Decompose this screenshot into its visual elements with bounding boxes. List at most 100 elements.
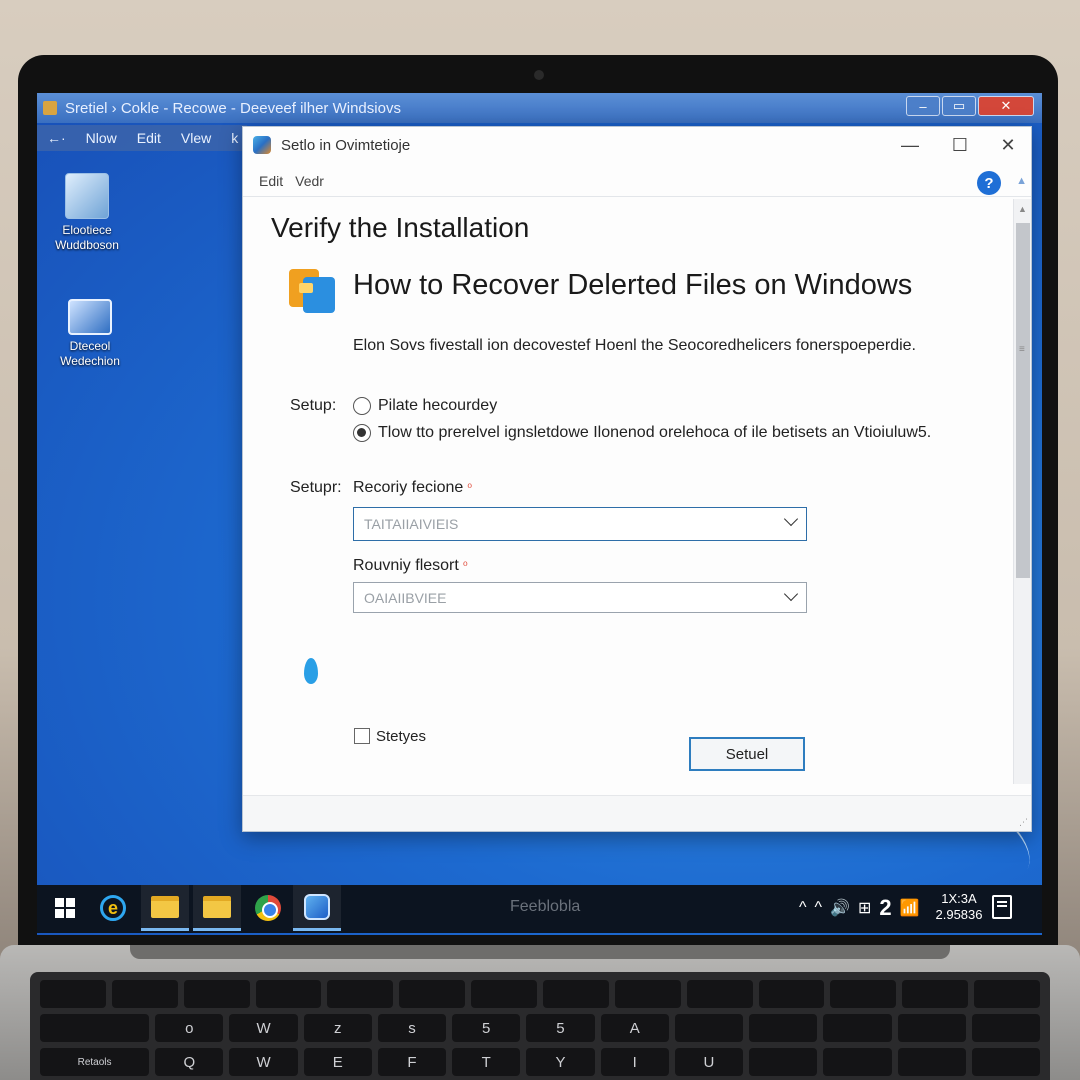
menu-item-view[interactable]: Vedr xyxy=(295,173,324,189)
key xyxy=(40,1014,150,1042)
background-window-controls: – ▭ ✕ xyxy=(906,96,1034,116)
tray-chevron-icon-2[interactable]: ^ xyxy=(815,899,823,917)
checkbox-label[interactable]: Stetyes xyxy=(376,728,426,745)
system-tray: ^ ^ 🔊 ⊞ 2 📶 xyxy=(799,895,920,921)
notifications-icon[interactable] xyxy=(992,895,1012,919)
key xyxy=(897,1048,966,1076)
key xyxy=(399,980,466,1008)
desktop-icon-documents[interactable]: Elootiece Wuddboson xyxy=(42,173,132,253)
page-heading: Verify the Installation xyxy=(271,212,530,243)
taskbar-file-explorer-1[interactable] xyxy=(141,885,189,931)
key: o xyxy=(155,1014,224,1042)
maximize-button[interactable]: ▭ xyxy=(942,96,976,116)
wifi-icon[interactable]: 📶 xyxy=(900,898,920,918)
vertical-scrollbar[interactable]: ▲ ≡ xyxy=(1013,199,1031,784)
menu-item-more[interactable]: k xyxy=(231,130,238,146)
desktop-icon-computer[interactable]: Dteceol Wedechion xyxy=(45,293,135,369)
field2-label-text: Rouvniy flesort xyxy=(353,557,459,574)
desktop-icon-label: Elootiece xyxy=(62,223,112,237)
recovery-target-select[interactable]: OAIAIIBVIEE xyxy=(353,582,807,613)
dialog-maximize-button[interactable]: ☐ xyxy=(937,131,983,159)
desktop-icon-label: Wuddboson xyxy=(55,238,119,252)
start-button[interactable] xyxy=(41,885,89,931)
recovery-location-select[interactable]: TAITAIIAIVIEIS xyxy=(353,507,807,541)
desktop-icon-label: Dteceol xyxy=(69,339,111,353)
background-window-menubar: ←· Nlow Edit Vlew k xyxy=(37,125,247,151)
radio-option-2-label[interactable]: Tlow tto prerelvel ignsletdowe Ilonenod … xyxy=(378,424,931,442)
computer-icon xyxy=(68,299,112,335)
required-icon: ⁰ xyxy=(467,481,473,495)
taskbar-clock[interactable]: 1X:3A 2.95836 xyxy=(929,891,989,923)
key: A xyxy=(600,1014,669,1042)
dialog-close-button[interactable]: ✕ xyxy=(985,131,1031,159)
key xyxy=(902,980,969,1008)
key: U xyxy=(674,1048,744,1076)
radio-option-1-label[interactable]: Pilate hecourdey xyxy=(378,397,497,415)
setup-label: Setup: xyxy=(290,397,337,414)
key xyxy=(255,980,322,1008)
dialog-minimize-button[interactable]: — xyxy=(887,131,933,159)
scroll-grip-icon: ≡ xyxy=(1019,344,1025,355)
resize-grip-icon[interactable]: ⋰ xyxy=(1019,817,1028,828)
menu-item-new[interactable]: Nlow xyxy=(86,130,117,146)
documents-icon xyxy=(65,173,109,219)
back-button[interactable]: ←· xyxy=(47,130,66,146)
help-button[interactable]: ? xyxy=(977,171,1001,195)
setup-button[interactable]: Setuel xyxy=(689,737,805,771)
key xyxy=(971,1014,1040,1042)
clock-time: 1X:3A xyxy=(941,891,977,906)
key xyxy=(830,980,897,1008)
desktop-icon-label: Wedechion xyxy=(60,354,120,368)
recovery-app-icon xyxy=(304,893,330,920)
radio-option-2[interactable] xyxy=(353,424,371,442)
key: W xyxy=(229,1048,298,1076)
setup-dialog: Setlo in Ovimtetioje — ☐ ✕ Edit Vedr ? ▲… xyxy=(242,126,1032,832)
background-window-titlebar[interactable]: Sretiel › Cokle - Recowe - Deeveef ilher… xyxy=(37,93,1042,123)
key: I xyxy=(600,1048,669,1076)
required-icon: ⁰ xyxy=(462,559,468,573)
windows-logo-icon xyxy=(55,898,75,918)
scrollbar-thumb[interactable] xyxy=(1016,223,1030,578)
key: s xyxy=(377,1014,447,1042)
key: Q xyxy=(155,1048,224,1076)
volume-icon[interactable]: 🔊 xyxy=(830,898,850,918)
menu-item-view[interactable]: Vlew xyxy=(181,130,211,146)
collapse-ribbon-icon[interactable]: ▲ xyxy=(1016,175,1027,187)
file-recovery-logo-icon xyxy=(289,265,337,313)
radio-option-1[interactable] xyxy=(353,397,371,415)
taskbar-file-explorer-2[interactable] xyxy=(193,885,241,931)
tray-chevron-icon[interactable]: ^ xyxy=(799,899,807,917)
taskbar-chrome[interactable] xyxy=(244,885,292,931)
keyboard-row xyxy=(40,980,1041,1008)
minimize-button[interactable]: – xyxy=(906,96,940,116)
select-value: TAITAIIAIVIEIS xyxy=(364,516,459,532)
laptop-brand-text: Feeblobla xyxy=(510,898,581,915)
webcam xyxy=(534,70,544,80)
laptop-hinge xyxy=(130,945,950,959)
chevron-down-icon xyxy=(783,511,799,527)
folder-icon xyxy=(203,895,231,918)
network-icon[interactable]: ⊞ xyxy=(858,898,871,918)
field1-label-text: Recoriy fecione xyxy=(353,479,464,496)
field2-label: Rouvniy flesort ⁰ xyxy=(353,557,468,575)
menu-item-edit[interactable]: Edit xyxy=(137,130,161,146)
chevron-down-icon xyxy=(783,586,799,602)
key xyxy=(471,980,538,1008)
key xyxy=(897,1014,966,1042)
mouse-cursor-icon xyxy=(304,658,318,684)
chrome-icon xyxy=(255,895,281,921)
scroll-up-arrow-icon[interactable]: ▲ xyxy=(1018,204,1027,214)
select-value: OAIAIIBVIEE xyxy=(364,589,447,606)
taskbar-internet-explorer[interactable]: e xyxy=(89,885,137,931)
field1-label: Recoriy fecione ⁰ xyxy=(353,479,472,497)
settings-checkbox[interactable] xyxy=(354,728,370,744)
key xyxy=(749,1014,818,1042)
background-window-title: Sretiel › Cokle - Recowe - Deeveef ilher… xyxy=(65,99,401,117)
key xyxy=(686,980,753,1008)
close-button[interactable]: ✕ xyxy=(978,96,1034,116)
folder-icon xyxy=(151,895,179,918)
key xyxy=(614,980,681,1008)
taskbar-recovery-app[interactable] xyxy=(293,885,341,931)
keyboard: o W z s 5 5 A Retaols Q W E F T Y I U xyxy=(30,972,1050,1080)
menu-item-edit[interactable]: Edit xyxy=(259,173,283,189)
